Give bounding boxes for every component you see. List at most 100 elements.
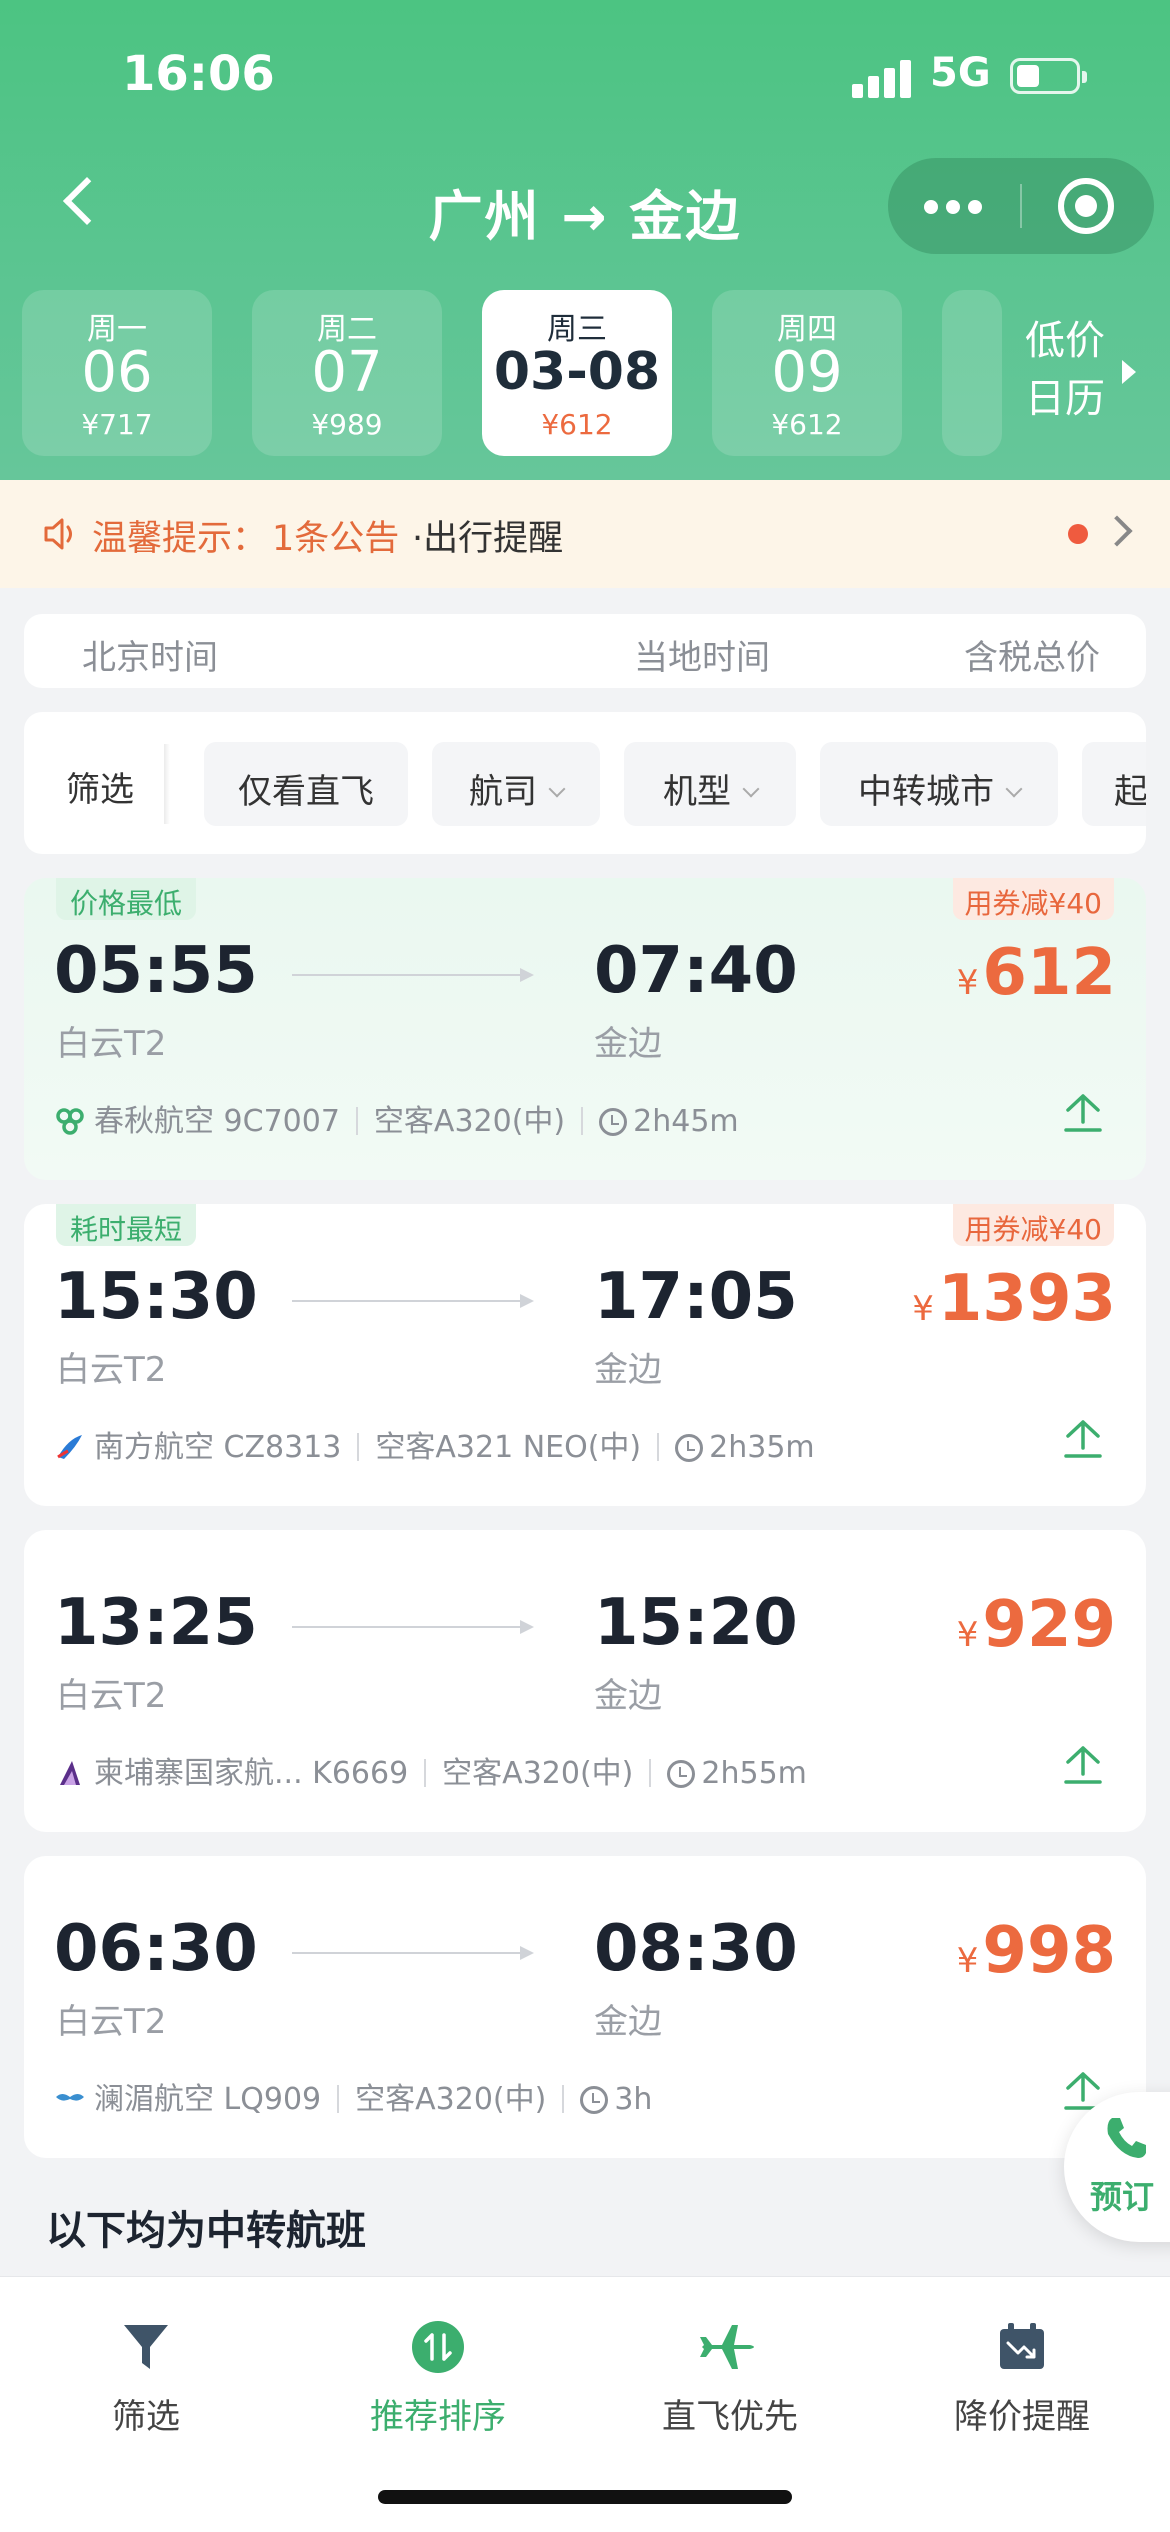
flight-duration: 2h45m [633, 1104, 739, 1139]
notice-travel-reminder[interactable]: ·出行提醒 [412, 510, 563, 561]
departure-time: 06:30 [54, 1912, 258, 1986]
flight-price: ¥998 [957, 1914, 1116, 1988]
arrival-airport: 金边 [594, 1676, 662, 1716]
clock-icon [675, 1434, 704, 1462]
filter-separator [164, 744, 170, 824]
arrival-airport: 金边 [594, 1024, 662, 1064]
clock-icon [667, 1760, 696, 1788]
date-price: ¥612 [771, 408, 843, 441]
departure-time: 05:55 [54, 934, 258, 1008]
departure-airport: 白云T2 [56, 2002, 167, 2042]
tab-label: 筛选 [112, 2397, 180, 2437]
flight-card[interactable]: 06:30 08:30 白云T2 金边 ¥998 澜湄航空 LQ909 空客A32… [24, 1856, 1146, 2158]
arrival-airport: 金边 [594, 2002, 662, 2042]
beijing-time-label: 北京时间 [82, 638, 218, 678]
tag-lowest-price: 价格最低 [56, 878, 197, 920]
chevron-down-icon [742, 780, 760, 798]
chip-aircraft[interactable]: 机型 [624, 742, 796, 826]
date-price: ¥717 [81, 408, 153, 441]
chip-direct-only[interactable]: 仅看直飞 [204, 742, 408, 826]
tab-price-alert[interactable]: 降价提醒 [876, 2301, 1168, 2441]
airline-flight-number: 春秋航空 9C7007 [94, 1104, 340, 1139]
airline-flight-number: 澜湄航空 LQ909 [94, 2082, 322, 2117]
arrow-right-icon [292, 968, 534, 982]
tab-direct-first[interactable]: 直飞优先 [584, 2301, 876, 2441]
phone-icon [1107, 2118, 1146, 2158]
date-card-tue[interactable]: 周二 07 ¥989 [252, 290, 442, 456]
coupon-badge: 用券减¥40 [952, 878, 1114, 920]
date-day: 09 [771, 340, 843, 405]
low-price-calendar-button[interactable]: 低价 日历 [1010, 312, 1160, 442]
price-value: 998 [982, 1914, 1116, 1988]
currency-symbol: ¥ [912, 1289, 934, 1329]
close-miniprogram-icon[interactable] [1058, 178, 1114, 234]
flight-price: ¥929 [957, 1588, 1116, 1662]
cambodia-angkor-icon [60, 1761, 80, 1785]
tab-filter[interactable]: 筛选 [0, 2301, 292, 2441]
flight-info: 澜湄航空 LQ909 空客A320(中) 3h [54, 2074, 652, 2117]
calendar-label-2: 日历 [1025, 376, 1105, 422]
chip-departure-partial[interactable]: 起 [1082, 742, 1146, 826]
date-card-thu[interactable]: 周四 09 ¥612 [712, 290, 902, 456]
sort-icon [412, 2321, 464, 2373]
flight-duration: 2h55m [701, 1756, 807, 1791]
notice-announcement-link[interactable]: 1条公告 [272, 510, 399, 561]
total-price-label: 含税总价 [964, 638, 1100, 678]
battery-icon [1010, 58, 1087, 94]
flight-card[interactable]: 价格最低 用券减¥40 05:55 07:40 白云T2 金边 ¥612 春秋航… [24, 878, 1146, 1180]
calendar-label-1: 低价 [1025, 318, 1105, 364]
arrow-right-icon [292, 1946, 534, 1960]
date-day: 06 [81, 340, 153, 405]
flight-price: ¥1393 [912, 1262, 1116, 1336]
aircraft-type: 空客A320(中) [355, 2082, 547, 2117]
filter-button[interactable]: 筛选 [24, 712, 170, 854]
flight-duration: 2h35m [709, 1430, 815, 1465]
chip-label: 仅看直飞 [238, 772, 374, 812]
home-indicator [378, 2490, 792, 2504]
signal-icon [852, 58, 912, 98]
chevron-down-icon [548, 780, 566, 798]
departure-airport: 白云T2 [56, 1350, 167, 1390]
tab-label: 推荐排序 [370, 2397, 506, 2437]
plane-icon [700, 2325, 754, 2369]
aircraft-type: 空客A320(中) [442, 1756, 634, 1791]
tab-recommended-sort[interactable]: 推荐排序 [292, 2301, 584, 2441]
chip-label: 中转城市 [858, 772, 994, 812]
date-day: 07 [311, 340, 383, 405]
chip-airline[interactable]: 航司 [432, 742, 600, 826]
arrow-right-icon [292, 1294, 534, 1308]
speaker-icon [44, 518, 72, 550]
price-value: 1393 [937, 1262, 1116, 1336]
date-day: 03-08 [493, 342, 661, 402]
arrival-airport: 金边 [594, 1350, 662, 1390]
airline-flight-number: 柬埔寨国家航... K6669 [94, 1756, 409, 1791]
share-icon[interactable] [1060, 1416, 1106, 1462]
notice-label: 温馨提示： [92, 519, 268, 559]
capsule-divider [1020, 184, 1022, 228]
chip-label: 机型 [663, 772, 731, 812]
local-time-label: 当地时间 [634, 638, 770, 678]
flight-card[interactable]: 13:25 15:20 白云T2 金边 ¥929 柬埔寨国家航... K6669… [24, 1530, 1146, 1832]
flight-price: ¥612 [957, 936, 1116, 1010]
flight-card[interactable]: 耗时最短 用券减¥40 15:30 17:05 白云T2 金边 ¥1393 南方… [24, 1204, 1146, 1506]
currency-symbol: ¥ [956, 1941, 979, 1981]
lanmei-airlines-icon [56, 2094, 84, 2101]
share-icon[interactable] [1060, 1090, 1106, 1136]
tab-label: 直飞优先 [662, 2397, 798, 2437]
date-card-fri-partial[interactable] [942, 290, 1002, 456]
share-icon[interactable] [1060, 1742, 1106, 1788]
date-price: ¥612 [541, 408, 613, 441]
departure-airport: 白云T2 [56, 1024, 167, 1064]
date-card-wed-selected[interactable]: 周三 03-08 ¥612 [482, 290, 672, 456]
chip-transfer-city[interactable]: 中转城市 [820, 742, 1058, 826]
airline-flight-number: 南方航空 CZ8313 [94, 1430, 342, 1465]
flight-info: 柬埔寨国家航... K6669 空客A320(中) 2h55m [54, 1748, 807, 1791]
filter-icon [124, 2325, 168, 2369]
coupon-badge: 用券减¥40 [952, 1204, 1114, 1246]
arrow-right-icon [1122, 360, 1136, 384]
arrow-right-icon [292, 1620, 534, 1634]
more-icon[interactable] [924, 194, 988, 218]
unread-dot [1068, 524, 1088, 544]
flight-info: 南方航空 CZ8313 空客A321 NEO(中) 2h35m [54, 1422, 815, 1465]
date-card-mon[interactable]: 周一 06 ¥717 [22, 290, 212, 456]
